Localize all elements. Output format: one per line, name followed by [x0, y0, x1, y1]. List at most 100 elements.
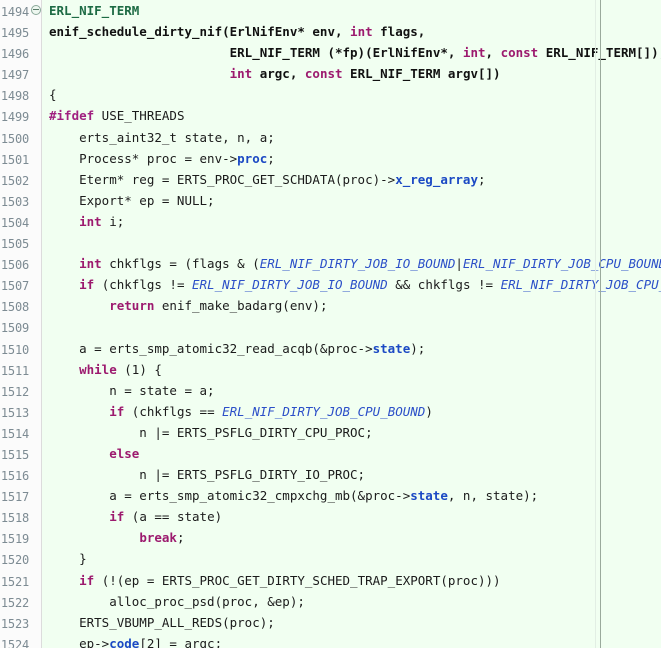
code-line[interactable]: while (1) {: [42, 359, 661, 380]
code-line[interactable]: [42, 232, 661, 253]
line-number: 1503: [0, 194, 29, 209]
gutter-row[interactable]: 1520: [0, 548, 41, 569]
code-line[interactable]: n |= ERTS_PSFLG_DIRTY_CPU_PROC;: [42, 422, 661, 443]
code-token: ): [425, 403, 433, 419]
code-line[interactable]: int argc, const ERL_NIF_TERM argv[]): [42, 63, 661, 84]
gutter-row[interactable]: 1523: [0, 612, 41, 633]
gutter-row[interactable]: 1517: [0, 485, 41, 506]
code-token: else: [109, 445, 140, 461]
gutter-row[interactable]: 1510: [0, 338, 41, 359]
gutter-row[interactable]: 1499: [0, 105, 41, 126]
code-token: proc: [237, 150, 268, 166]
gutter-row[interactable]: 1519: [0, 527, 41, 548]
gutter-row[interactable]: 1505: [0, 232, 41, 253]
gutter-row[interactable]: 1522: [0, 591, 41, 612]
gutter-row[interactable]: 1515: [0, 443, 41, 464]
code-token: if: [79, 572, 95, 588]
code-token: (1) {: [116, 361, 162, 377]
code-token: ERL_NIF_TERM argv[]): [342, 66, 501, 82]
code-line[interactable]: [42, 316, 661, 337]
code-token: }: [49, 551, 87, 567]
gutter-row[interactable]: 1501: [0, 148, 41, 169]
gutter-row[interactable]: 1513: [0, 401, 41, 422]
line-number: 1522: [0, 595, 29, 610]
code-line[interactable]: ERTS_VBUMP_ALL_REDS(proc);: [42, 612, 661, 633]
gutter-row[interactable]: 1514: [0, 422, 41, 443]
code-line[interactable]: if (chkflgs != ERL_NIF_DIRTY_JOB_IO_BOUN…: [42, 274, 661, 295]
gutter-row[interactable]: 1518: [0, 506, 41, 527]
code-token: if: [109, 403, 125, 419]
code-line[interactable]: #ifdef USE_THREADS: [42, 105, 661, 126]
code-line[interactable]: Process* proc = env->proc;: [42, 148, 661, 169]
code-line[interactable]: ep->code[2] = argc;: [42, 633, 661, 648]
gutter-row[interactable]: 1504: [0, 211, 41, 232]
gutter-row[interactable]: 1494: [0, 0, 41, 21]
line-number: 1496: [0, 47, 29, 62]
code-line[interactable]: n |= ERTS_PSFLG_DIRTY_IO_PROC;: [42, 464, 661, 485]
fold-collapse-icon[interactable]: [31, 5, 41, 15]
gutter-row[interactable]: 1509: [0, 316, 41, 337]
code-line[interactable]: erts_aint32_t state, n, a;: [42, 127, 661, 148]
code-text-area[interactable]: ERL_NIF_TERM enif_schedule_dirty_nif(ErlN…: [42, 0, 661, 648]
code-line[interactable]: ERL_NIF_TERM: [42, 0, 661, 21]
gutter-row[interactable]: 1512: [0, 380, 41, 401]
code-token: ERL_NIF_DIRTY_JOB_CPU_BOUND: [222, 403, 426, 419]
code-token: ERL_NIF_TERM (*fp)(ErlNifEnv*,: [229, 45, 463, 61]
code-line[interactable]: if (!(ep = ERTS_PROC_GET_DIRTY_SCHED_TRA…: [42, 570, 661, 591]
code-line[interactable]: a = erts_smp_atomic32_read_acqb(&proc->s…: [42, 338, 661, 359]
gutter-row[interactable]: 1502: [0, 169, 41, 190]
code-token: n = state = a;: [49, 382, 215, 398]
gutter-row[interactable]: 1498: [0, 84, 41, 105]
code-token: x_reg_array: [395, 171, 478, 187]
gutter-row[interactable]: 1495: [0, 21, 41, 42]
code-line[interactable]: return enif_make_badarg(env);: [42, 295, 661, 316]
code-token: ErlNifEnv: [229, 24, 298, 40]
code-line[interactable]: break;: [42, 527, 661, 548]
code-token: ;: [176, 530, 185, 546]
line-number: 1508: [0, 300, 29, 315]
code-line[interactable]: Export* ep = NULL;: [42, 190, 661, 211]
gutter-row[interactable]: 1521: [0, 570, 41, 591]
code-token: break: [139, 530, 177, 546]
code-line[interactable]: if (chkflgs == ERL_NIF_DIRTY_JOB_CPU_BOU…: [42, 401, 661, 422]
gutter-row[interactable]: 1524: [0, 633, 41, 648]
code-line[interactable]: alloc_proc_psd(proc, &ep);: [42, 591, 661, 612]
gutter-row[interactable]: 1508: [0, 295, 41, 316]
code-line[interactable]: if (a == state): [42, 506, 661, 527]
code-token: ERL_NIF_DIRTY_JOB_CPU_BOUND: [500, 277, 661, 293]
gutter-row[interactable]: 1500: [0, 127, 41, 148]
code-line[interactable]: int i;: [42, 211, 661, 232]
code-token: while: [79, 361, 117, 377]
line-number-gutter[interactable]: 1494 1495 1496 1497 1498 1499 1500 1501 1502 1503…: [0, 0, 41, 648]
gutter-row[interactable]: 1511: [0, 359, 41, 380]
code-line[interactable]: int chkflgs = (flags & (ERL_NIF_DIRTY_JO…: [42, 253, 661, 274]
code-token: int: [79, 213, 102, 229]
code-line[interactable]: }: [42, 548, 661, 569]
gutter-row[interactable]: 1496: [0, 42, 41, 63]
code-line[interactable]: n = state = a;: [42, 380, 661, 401]
gutter-row[interactable]: 1516: [0, 464, 41, 485]
code-line[interactable]: a = erts_smp_atomic32_cmpxchg_mb(&proc->…: [42, 485, 661, 506]
gutter-row[interactable]: 1497: [0, 63, 41, 84]
code-line[interactable]: Eterm* reg = ERTS_PROC_GET_SCHDATA(proc)…: [42, 169, 661, 190]
code-line[interactable]: else: [42, 443, 661, 464]
line-number: 1506: [0, 258, 29, 273]
source-code-viewer[interactable]: 1494 1495 1496 1497 1498 1499 1500 1501 1502 1503…: [0, 0, 661, 648]
code-token: return: [109, 298, 155, 314]
code-token: erts_aint32_t state, n, a;: [49, 129, 275, 145]
line-number: 1502: [0, 173, 29, 188]
gutter-row[interactable]: 1507: [0, 274, 41, 295]
code-line[interactable]: ERL_NIF_TERM (*fp)(ErlNifEnv*, int, cons…: [42, 42, 661, 63]
gutter-row[interactable]: 1506: [0, 253, 41, 274]
code-token: (: [222, 24, 230, 40]
code-line[interactable]: enif_schedule_dirty_nif(ErlNifEnv* env, …: [42, 21, 661, 42]
code-token: ep->: [49, 635, 110, 648]
code-line[interactable]: {: [42, 84, 661, 105]
line-number: 1505: [0, 237, 29, 252]
gutter-row[interactable]: 1503: [0, 190, 41, 211]
